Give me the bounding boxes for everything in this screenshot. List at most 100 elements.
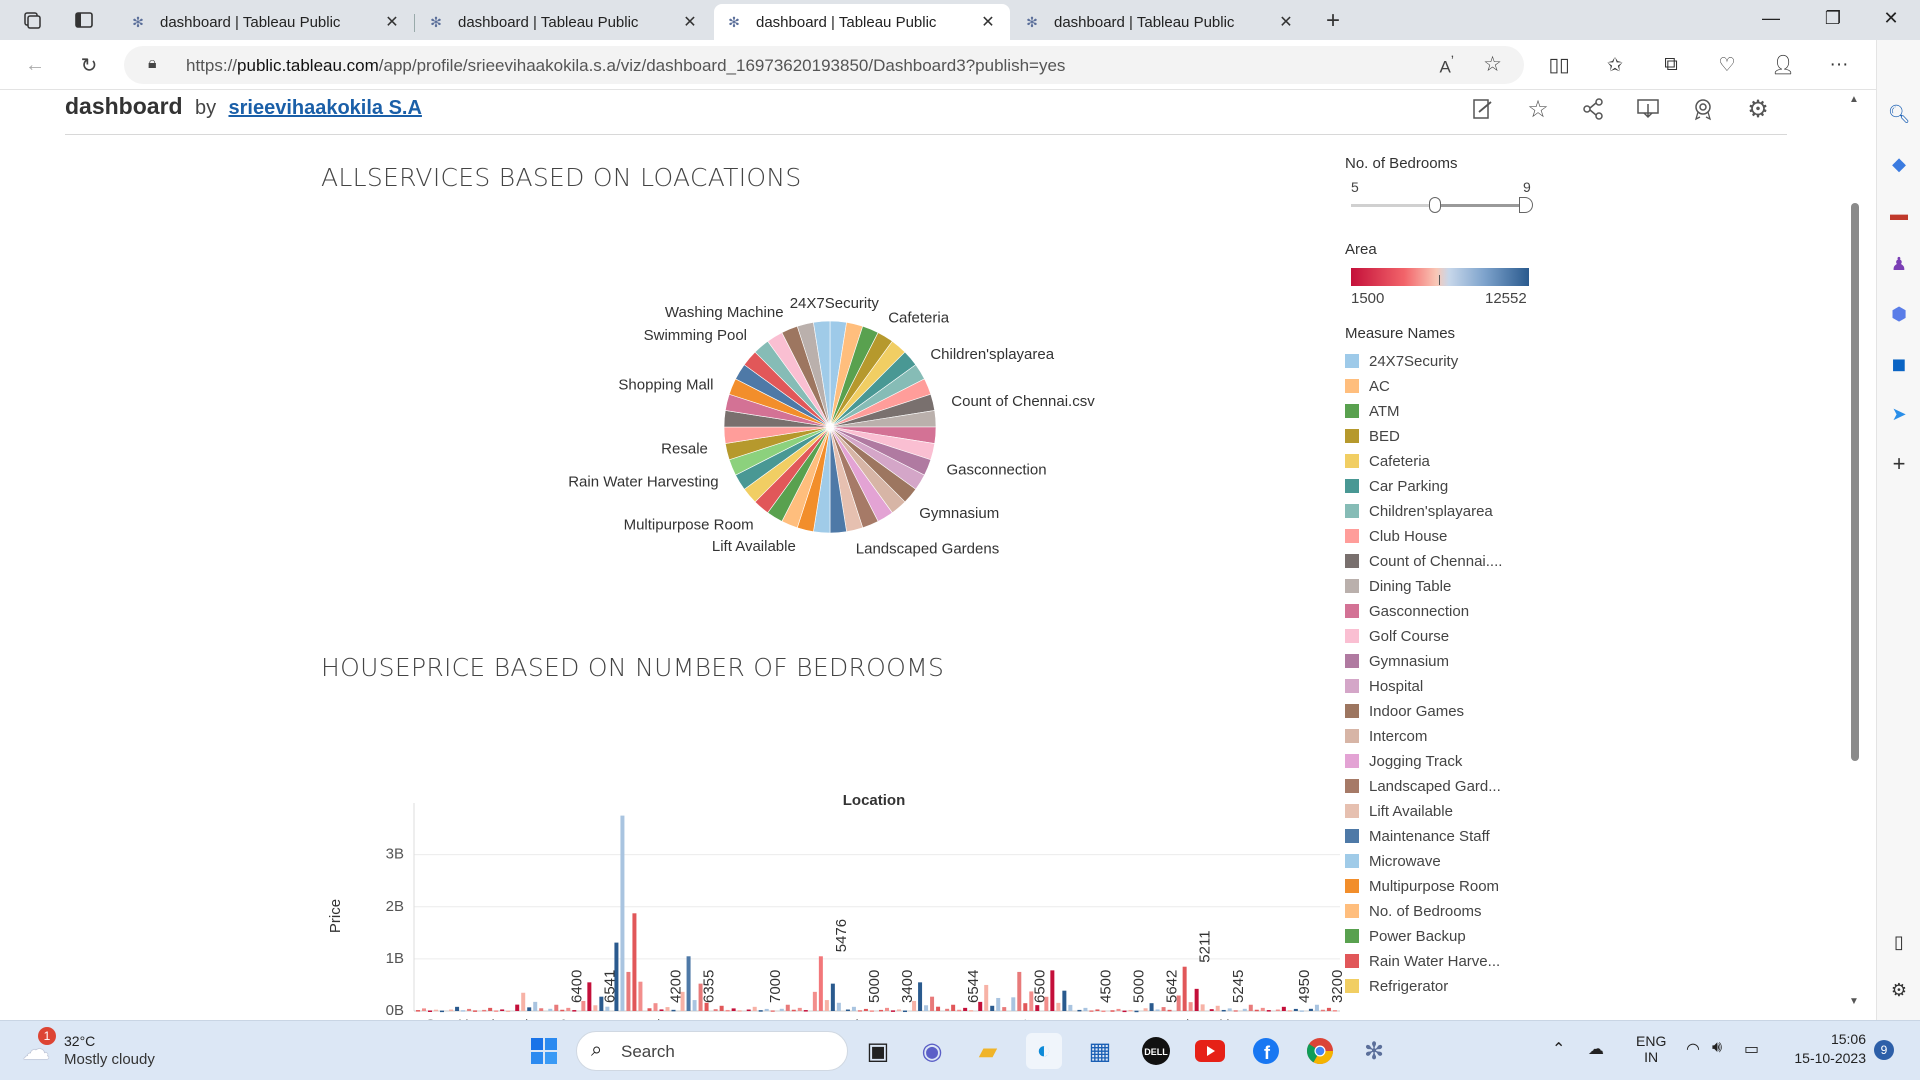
task-view-icon[interactable]: ▣: [860, 1033, 896, 1069]
price-bar[interactable]: [692, 1000, 697, 1011]
price-bar[interactable]: [936, 1006, 941, 1011]
battery-icon[interactable]: ▭: [1744, 1039, 1759, 1059]
price-bar[interactable]: [737, 1010, 742, 1012]
price-bar[interactable]: [593, 1005, 598, 1011]
price-bar[interactable]: [918, 982, 923, 1011]
browser-tab-2[interactable]: ✻ dashboard | Tableau Public ✕: [416, 4, 712, 40]
close-tab-icon[interactable]: ✕: [680, 12, 700, 32]
price-bar[interactable]: [1056, 1002, 1061, 1011]
more-menu-icon[interactable]: ···: [1824, 50, 1854, 80]
legend-item[interactable]: Power Backup: [1345, 926, 1545, 946]
legend-item[interactable]: 24X7Security: [1345, 351, 1545, 371]
price-bar[interactable]: [1332, 1010, 1337, 1012]
price-bar[interactable]: [572, 1010, 577, 1012]
legend-item[interactable]: Children'splayarea: [1345, 501, 1545, 521]
price-bar[interactable]: [1308, 1008, 1313, 1011]
games-icon[interactable]: ♟: [1885, 250, 1913, 278]
price-bar[interactable]: [632, 913, 637, 1011]
legend-item[interactable]: Rain Water Harve...: [1345, 951, 1545, 971]
price-bar[interactable]: [1326, 1007, 1331, 1011]
price-bar[interactable]: [665, 1007, 670, 1011]
price-bar[interactable]: [533, 1001, 538, 1011]
price-bar[interactable]: [1194, 988, 1199, 1011]
price-bar[interactable]: [539, 1008, 544, 1011]
price-bar[interactable]: [1209, 1009, 1214, 1011]
price-bar[interactable]: [797, 1007, 802, 1011]
close-tab-icon[interactable]: ✕: [978, 12, 998, 32]
legend-item[interactable]: Multipurpose Room: [1345, 876, 1545, 896]
volume-icon[interactable]: 🔊︎: [1712, 1039, 1722, 1057]
facebook-icon[interactable]: f: [1248, 1033, 1284, 1069]
favorite-viz-star-icon[interactable]: ☆: [1523, 94, 1553, 124]
price-bar[interactable]: [924, 1005, 929, 1011]
services-pie-chart[interactable]: Washing Machine 24X7Security Cafeteria Chil…: [520, 287, 1200, 567]
price-bar[interactable]: [1188, 1002, 1193, 1011]
price-bar[interactable]: [758, 1010, 763, 1012]
price-bar[interactable]: [422, 1008, 426, 1011]
price-bar[interactable]: [1275, 1009, 1280, 1012]
price-bar[interactable]: [1011, 997, 1016, 1011]
sidebar-toggle-icon[interactable]: ▯: [1885, 928, 1913, 956]
price-bar[interactable]: [903, 1010, 907, 1013]
price-bar[interactable]: [863, 1008, 868, 1011]
price-bar[interactable]: [671, 1009, 676, 1012]
page-scroll-thumb[interactable]: [1851, 203, 1859, 761]
price-bar[interactable]: [897, 1009, 901, 1011]
price-bar[interactable]: [1155, 1009, 1160, 1011]
bedrooms-slider-min-handle[interactable]: [1429, 197, 1441, 213]
price-bar[interactable]: [428, 1010, 432, 1012]
price-bar[interactable]: [704, 1002, 709, 1011]
price-bar[interactable]: [482, 1009, 487, 1012]
price-bar[interactable]: [473, 1010, 478, 1012]
legend-item[interactable]: Cafeteria: [1345, 451, 1545, 471]
metrics-badge-icon[interactable]: [1688, 94, 1718, 124]
price-bar[interactable]: [719, 1005, 724, 1011]
legend-item[interactable]: Car Parking: [1345, 476, 1545, 496]
price-bar[interactable]: [803, 1010, 808, 1012]
price-bar[interactable]: [869, 1010, 874, 1012]
legend-item[interactable]: Intercom: [1345, 726, 1545, 746]
price-bar[interactable]: [1227, 1008, 1232, 1011]
price-bar[interactable]: [1149, 1003, 1154, 1011]
price-bar[interactable]: [770, 1010, 775, 1012]
price-bar[interactable]: [1002, 1007, 1007, 1011]
price-bar[interactable]: [1062, 990, 1067, 1011]
price-bar[interactable]: [449, 1009, 454, 1012]
price-bar[interactable]: [996, 997, 1001, 1011]
taskbar-search[interactable]: ⌕ Search: [576, 1031, 848, 1071]
legend-item[interactable]: BED: [1345, 426, 1545, 446]
tab-actions-icon[interactable]: [70, 7, 98, 33]
browser-tab-3-active[interactable]: ✻ dashboard | Tableau Public ✕: [714, 4, 1010, 40]
price-bar[interactable]: [945, 1008, 950, 1011]
settings-gear-icon[interactable]: ⚙: [1885, 976, 1913, 1004]
price-bar[interactable]: [626, 971, 631, 1011]
price-bar[interactable]: [455, 1006, 460, 1011]
browser-tab-1[interactable]: ✻ dashboard | Tableau Public ✕: [118, 4, 414, 40]
youtube-icon[interactable]: [1192, 1033, 1228, 1069]
price-bar[interactable]: [566, 1007, 571, 1011]
price-bar[interactable]: [779, 1008, 784, 1011]
price-bar[interactable]: [488, 1007, 493, 1011]
tools-icon[interactable]: ▬: [1885, 200, 1913, 228]
price-bar[interactable]: [548, 1008, 553, 1011]
price-bar[interactable]: [1161, 1007, 1166, 1011]
price-bar[interactable]: [857, 1010, 862, 1012]
price-bar[interactable]: [851, 1006, 856, 1011]
price-bar[interactable]: [467, 1008, 472, 1011]
edge-browser-icon[interactable]: ◐: [1026, 1033, 1062, 1069]
price-bar[interactable]: [1101, 1010, 1106, 1013]
price-bar[interactable]: [500, 1009, 505, 1011]
price-bar[interactable]: [752, 1006, 757, 1011]
price-bar[interactable]: [818, 956, 823, 1011]
legend-item[interactable]: Maintenance Staff: [1345, 826, 1545, 846]
price-bar[interactable]: [1314, 1004, 1319, 1011]
teams-chat-icon[interactable]: ◉: [914, 1033, 950, 1069]
price-bar[interactable]: [1023, 1003, 1028, 1011]
price-bar[interactable]: [506, 1010, 511, 1013]
price-bar[interactable]: [1110, 1010, 1115, 1012]
price-bar[interactable]: [1077, 1009, 1082, 1012]
price-bar[interactable]: [1281, 1006, 1286, 1011]
legend-item[interactable]: AC: [1345, 376, 1545, 396]
price-bar[interactable]: [587, 982, 592, 1011]
workspaces-icon[interactable]: [18, 7, 46, 33]
